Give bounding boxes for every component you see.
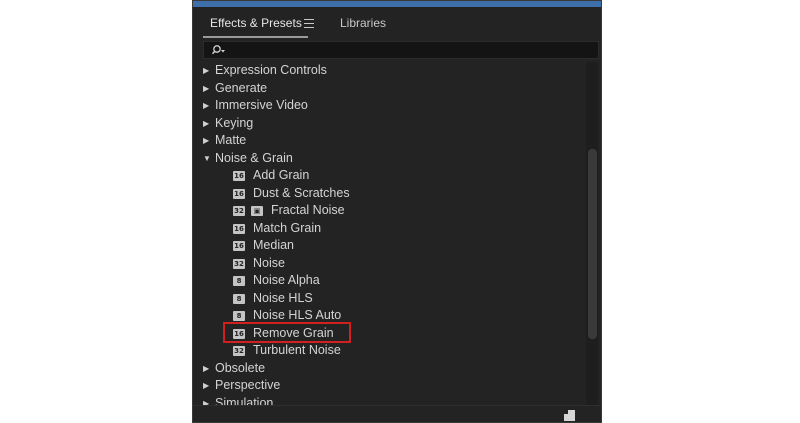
- disclosure-triangle-closed-icon[interactable]: ▶: [203, 97, 209, 115]
- bit-depth-16-icon: 16: [233, 188, 245, 199]
- effect-group-item[interactable]: ▶ Expression Controls: [193, 62, 585, 80]
- bit-depth-32-icon: 32: [233, 206, 245, 216]
- disclosure-triangle-closed-icon[interactable]: ▶: [203, 360, 209, 378]
- bit-depth-8-icon: 8: [233, 276, 245, 286]
- effect-group-item[interactable]: ▶ Perspective: [193, 377, 585, 395]
- effect-group-label: Obsolete: [215, 360, 266, 375]
- effect-group-label: Noise & Grain: [215, 150, 293, 165]
- search-input[interactable]: [203, 41, 599, 59]
- effect-item[interactable]: 8 Noise HLS: [193, 290, 585, 308]
- effect-group-label: Perspective: [215, 378, 281, 392]
- effect-item[interactable]: 16 Add Grain: [193, 167, 585, 185]
- active-tab-underline: [203, 36, 308, 38]
- effects-presets-panel: Effects & Presets Libraries ▶ Expression …: [192, 0, 602, 423]
- effect-label: Dust & Scratches: [253, 185, 350, 200]
- effect-item[interactable]: 8 Noise Alpha: [193, 272, 585, 290]
- effect-item[interactable]: 32 Turbulent Noise: [193, 342, 585, 360]
- effect-item[interactable]: 16 Dust & Scratches: [193, 185, 585, 203]
- gpu-acceleration-icon: ▣: [251, 206, 263, 216]
- scrollbar-thumb[interactable]: [588, 149, 597, 339]
- disclosure-triangle-closed-icon[interactable]: ▶: [203, 115, 209, 133]
- effects-tree: ▶ Expression Controls ▶ Generate ▶ Immersive …: [193, 62, 585, 405]
- bit-depth-32-icon: 32: [233, 346, 245, 356]
- effect-group-item[interactable]: ▶ Generate: [193, 80, 585, 98]
- remove-grain-highlight-box: [223, 322, 351, 343]
- effect-group-item[interactable]: ▶ Immersive Video: [193, 97, 585, 115]
- effect-group-label: Keying: [215, 115, 254, 130]
- tab-bar: Effects & Presets Libraries: [193, 7, 601, 39]
- disclosure-triangle-closed-icon[interactable]: ▶: [203, 80, 209, 98]
- effect-label: Noise Alpha: [253, 273, 320, 287]
- effect-group-item[interactable]: ▶ Keying: [193, 115, 585, 133]
- bit-depth-8-icon: 8: [233, 311, 245, 321]
- effect-label: Median: [253, 238, 294, 252]
- effect-item[interactable]: 32 Noise: [193, 255, 585, 273]
- search-icon[interactable]: [210, 44, 228, 56]
- effect-group-label: Generate: [215, 80, 268, 95]
- effect-label: Noise: [253, 255, 285, 270]
- panel-menu-icon[interactable]: [304, 19, 314, 28]
- disclosure-triangle-closed-icon[interactable]: ▶: [203, 132, 209, 150]
- effect-label: Add Grain: [253, 168, 310, 182]
- effect-item[interactable]: 16 Match Grain: [193, 220, 585, 238]
- effect-item[interactable]: 32 ▣ Fractal Noise: [193, 202, 585, 220]
- bit-depth-16-icon: 16: [233, 171, 245, 181]
- effect-item[interactable]: 16 Median: [193, 237, 585, 255]
- panel-footer: [193, 405, 601, 422]
- tab-libraries[interactable]: Libraries: [340, 16, 386, 30]
- effect-group-item[interactable]: ▶ Obsolete: [193, 360, 585, 378]
- disclosure-triangle-closed-icon[interactable]: ▶: [203, 62, 209, 80]
- bit-depth-8-icon: 8: [233, 293, 245, 304]
- effect-label: Turbulent Noise: [253, 343, 341, 357]
- tab-effects-presets[interactable]: Effects & Presets: [210, 16, 302, 30]
- disclosure-triangle-closed-icon[interactable]: ▶: [203, 377, 209, 395]
- effect-group-label: Expression Controls: [215, 63, 327, 77]
- effect-group-item[interactable]: ▶ Matte: [193, 132, 585, 150]
- effect-label: Noise HLS: [253, 290, 313, 305]
- effect-group-item[interactable]: ▼ Noise & Grain: [193, 150, 585, 168]
- effect-group-label: Matte: [215, 133, 247, 147]
- effect-group-item[interactable]: ▶ Simulation: [193, 395, 585, 406]
- new-bin-icon[interactable]: [564, 410, 575, 421]
- bit-depth-16-icon: 16: [233, 241, 245, 251]
- effect-group-label: Simulation: [215, 395, 274, 406]
- effect-group-label: Immersive Video: [215, 98, 308, 112]
- bit-depth-16-icon: 16: [233, 223, 245, 234]
- disclosure-triangle-closed-icon[interactable]: ▶: [203, 395, 209, 406]
- effect-label: Match Grain: [253, 220, 322, 235]
- bit-depth-32-icon: 32: [233, 258, 245, 269]
- effect-label: Fractal Noise: [271, 203, 345, 217]
- disclosure-triangle-open-icon[interactable]: ▼: [203, 150, 211, 168]
